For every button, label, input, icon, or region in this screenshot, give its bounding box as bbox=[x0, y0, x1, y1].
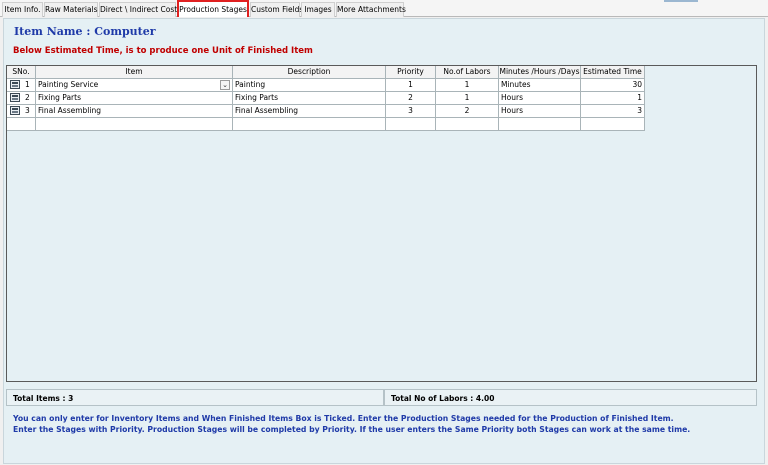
table-cell-time-unit[interactable]: Hours bbox=[499, 105, 580, 117]
chevron-down-icon[interactable]: ⌄ bbox=[220, 80, 230, 90]
grid-divider bbox=[385, 66, 386, 131]
table-cell-estimated-time-new[interactable] bbox=[581, 118, 644, 130]
row-sno: 1 bbox=[25, 80, 30, 89]
table-cell-item[interactable]: Final Assembling bbox=[36, 105, 232, 117]
row-item: Painting Service bbox=[38, 80, 99, 89]
window-edge-mark bbox=[664, 0, 698, 2]
row-sno: 3 bbox=[25, 106, 30, 115]
table-cell-item-new[interactable] bbox=[36, 118, 232, 130]
column-header-estimated-time[interactable]: Estimated Time bbox=[581, 66, 644, 78]
table-cell-description[interactable]: Fixing Parts bbox=[233, 92, 385, 104]
column-header-no-of-labors[interactable]: No.of Labors bbox=[436, 66, 498, 78]
tab-images[interactable]: Images bbox=[301, 2, 335, 17]
tab-direct-indirect-cost[interactable]: Direct \ Indirect Cost bbox=[99, 2, 177, 17]
grid-row-icon bbox=[10, 80, 20, 89]
tab-custom-fields[interactable]: Custom Fields bbox=[250, 2, 303, 17]
grid-divider bbox=[35, 66, 36, 131]
column-header-time-unit[interactable]: Minutes /Hours /Days bbox=[499, 66, 580, 78]
table-row-selector[interactable]: 1 bbox=[7, 79, 35, 91]
table-cell-estimated-time[interactable]: 1 bbox=[581, 92, 644, 104]
grid-divider bbox=[232, 66, 233, 131]
table-cell-time-unit[interactable]: Minutes bbox=[499, 79, 580, 91]
grid-divider bbox=[7, 104, 645, 105]
grid-divider bbox=[7, 78, 645, 79]
table-cell-priority[interactable]: 1 bbox=[386, 79, 435, 91]
table-cell-item[interactable]: Fixing Parts bbox=[36, 92, 232, 104]
help-text-line-1: You can only enter for Inventory Items a… bbox=[13, 414, 674, 423]
grid-divider bbox=[498, 66, 499, 131]
table-row-selector[interactable]: 2 bbox=[7, 92, 35, 104]
grid-divider bbox=[644, 66, 645, 131]
table-row-new[interactable] bbox=[7, 118, 35, 130]
column-header-sno[interactable]: SNo. bbox=[7, 66, 35, 78]
table-cell-priority[interactable]: 3 bbox=[386, 105, 435, 117]
grid-divider bbox=[7, 130, 645, 131]
table-cell-description-new[interactable] bbox=[233, 118, 385, 130]
table-row-selector[interactable]: 3 bbox=[7, 105, 35, 117]
grid-divider bbox=[7, 117, 645, 118]
table-cell-labors[interactable]: 1 bbox=[436, 92, 498, 104]
table-cell-estimated-time[interactable]: 3 bbox=[581, 105, 644, 117]
table-cell-priority-new[interactable] bbox=[386, 118, 435, 130]
row-sno: 2 bbox=[25, 93, 30, 102]
table-cell-labors-new[interactable] bbox=[436, 118, 498, 130]
estimate-note: Below Estimated Time, is to produce one … bbox=[13, 46, 313, 56]
table-cell-estimated-time[interactable]: 30 bbox=[581, 79, 644, 91]
grid-divider bbox=[580, 66, 581, 131]
tab-production-stages[interactable]: Production Stages bbox=[177, 0, 249, 17]
tab-more-attachments[interactable]: More Attachments bbox=[336, 2, 406, 17]
tab-raw-materials[interactable]: Raw Materials bbox=[44, 2, 98, 17]
total-labors-label: Total No of Labors : 4.00 bbox=[384, 389, 757, 406]
table-cell-time-unit[interactable]: Hours bbox=[499, 92, 580, 104]
table-cell-item[interactable]: Painting Service ⌄ bbox=[36, 79, 232, 91]
table-cell-description[interactable]: Painting bbox=[233, 79, 385, 91]
grid-divider bbox=[7, 91, 645, 92]
table-cell-labors[interactable]: 2 bbox=[436, 105, 498, 117]
tab-item-info[interactable]: Item Info. bbox=[2, 2, 43, 17]
grid-row-icon bbox=[10, 106, 20, 115]
table-cell-time-unit-new[interactable] bbox=[499, 118, 580, 130]
help-text-line-2: Enter the Stages with Priority. Producti… bbox=[13, 425, 691, 434]
column-header-priority[interactable]: Priority bbox=[386, 66, 435, 78]
table-cell-priority[interactable]: 2 bbox=[386, 92, 435, 104]
item-name-title: Item Name : Computer bbox=[14, 25, 156, 38]
table-cell-description[interactable]: Final Assembling bbox=[233, 105, 385, 117]
grid-divider bbox=[435, 66, 436, 131]
column-header-description[interactable]: Description bbox=[233, 66, 385, 78]
column-header-item[interactable]: Item bbox=[36, 66, 232, 78]
production-stages-grid[interactable]: SNo. Item Description Priority No.of Lab… bbox=[6, 65, 757, 382]
table-cell-labors[interactable]: 1 bbox=[436, 79, 498, 91]
total-items-label: Total Items : 3 bbox=[6, 389, 384, 406]
grid-row-icon bbox=[10, 93, 20, 102]
tab-bar: Item Info. Raw Materials Direct \ Indire… bbox=[0, 0, 768, 17]
